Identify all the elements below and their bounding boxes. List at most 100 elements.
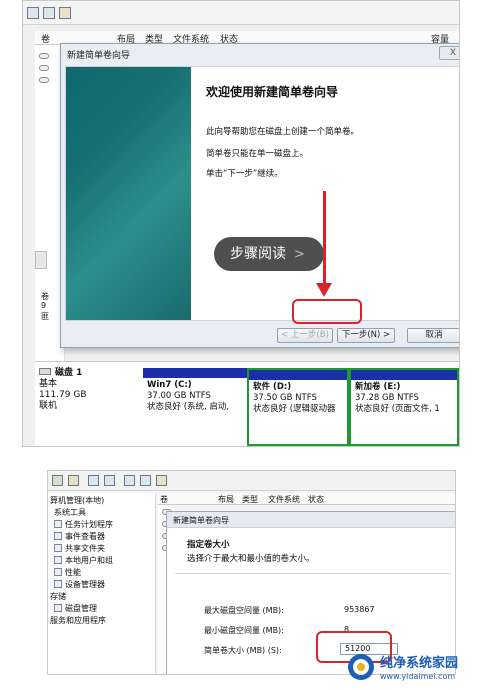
- side-char: 9: [41, 301, 47, 310]
- col-status[interactable]: 状态: [308, 494, 324, 505]
- col-volume[interactable]: 卷: [160, 494, 168, 505]
- wizard-header: 指定卷大小 选择介于最大和最小值的卷大小。: [175, 532, 451, 574]
- site-watermark: 纯净系统家园 www.yidaimei.com: [346, 650, 500, 690]
- scroll-left-button[interactable]: [35, 251, 47, 269]
- next-button[interactable]: 下一步(N) >: [337, 328, 395, 343]
- users-icon: [54, 556, 62, 564]
- volume-column-header: 卷 布局 类型 文件系统 状态: [158, 493, 455, 505]
- tree-label: 磁盘管理: [65, 604, 97, 613]
- disk-name: 磁盘 1: [55, 368, 83, 378]
- partition-bar: [351, 370, 457, 380]
- tree-label: 共享文件夹: [65, 544, 105, 553]
- overlay-label: 步骤阅读: [230, 246, 286, 262]
- wizard-heading: 欢迎使用新建简单卷向导: [206, 85, 339, 99]
- tree-item-services[interactable]: 服务和应用程序: [50, 615, 106, 626]
- col-type[interactable]: 类型: [242, 494, 258, 505]
- partition-size: 37.28 GB NTFS: [355, 393, 419, 403]
- tree-item-task-scheduler[interactable]: 任务计划程序: [54, 519, 113, 530]
- partition-c[interactable]: Win7 (C:) 37.00 GB NTFS 状态良好 (系统, 启动,: [143, 368, 249, 446]
- refresh-icon[interactable]: [124, 475, 135, 486]
- red-arrow-annotation: [323, 191, 326, 286]
- wizard-heading: 指定卷大小: [187, 540, 230, 550]
- tree-item-event-viewer[interactable]: 事件查看器: [54, 531, 105, 542]
- settings-icon[interactable]: [156, 475, 167, 486]
- tree-label: 本地用户和组: [65, 556, 113, 565]
- show-hide-tree-icon[interactable]: [88, 475, 99, 486]
- disk-status: 联机: [39, 401, 58, 411]
- tree-item-local-users[interactable]: 本地用户和组: [54, 555, 113, 566]
- tree-item-system-tools[interactable]: 系统工具: [54, 507, 86, 518]
- partition-bar: [249, 370, 347, 380]
- disk-label[interactable]: 磁盘 1 基本 111.79 GB 联机: [39, 368, 145, 412]
- disk-pane: 磁盘 1 基本 111.79 GB 联机 Win7 (C:) 37.00 GB N…: [35, 361, 459, 446]
- wizard-banner-image: [66, 67, 191, 320]
- partition-d[interactable]: 软件 (D:) 37.50 GB NTFS 状态良好 (逻辑驱动器: [247, 368, 349, 446]
- disk-icon: [54, 604, 62, 612]
- properties-icon[interactable]: [43, 7, 55, 19]
- disk-type: 基本: [39, 379, 58, 389]
- wizard-text-line: 简单卷只能在单一磁盘上。: [206, 149, 309, 159]
- partition-bar: [143, 368, 249, 378]
- tree-item-root[interactable]: 算机管理(本地): [50, 495, 104, 506]
- disk-icon: [39, 368, 51, 375]
- disk-size: 111.79 GB: [39, 390, 87, 400]
- partition-size: 37.00 GB NTFS: [147, 391, 211, 401]
- col-volume[interactable]: 卷: [41, 32, 50, 45]
- disk-management-window: 卷 布局 类型 文件系统 状态 容量 卷 9 匪 新建简单卷向导 X 欢迎使用新…: [22, 0, 460, 447]
- partition-e[interactable]: 新加卷 (E:) 37.28 GB NTFS 状态良好 (页面文件, 1: [349, 368, 459, 446]
- help-icon[interactable]: [59, 7, 71, 19]
- watermark-title: 纯净系统家园: [380, 656, 459, 671]
- step-reading-overlay[interactable]: 步骤阅读 >: [214, 237, 324, 271]
- tree-item-device-manager[interactable]: 设备管理器: [54, 579, 105, 590]
- dialog-title: 新建简单卷向导: [167, 512, 455, 528]
- tree-item-shared-folders[interactable]: 共享文件夹: [54, 543, 105, 554]
- tree-label: 任务计划程序: [65, 520, 113, 529]
- volume-icon: [39, 65, 49, 71]
- max-space-value: 953867: [344, 605, 375, 614]
- wizard-text-line: 单击“下一步”继续。: [206, 169, 283, 179]
- toolbar: [23, 1, 459, 25]
- close-button[interactable]: X: [439, 46, 459, 60]
- red-arrow-head: [316, 283, 332, 297]
- tree-label: 设备管理器: [65, 580, 105, 589]
- volume-icon: [39, 53, 49, 59]
- volume-icon: [39, 77, 49, 83]
- tree-label: 事件查看器: [65, 532, 105, 541]
- watermark-logo-icon: [348, 654, 374, 680]
- refresh-icon[interactable]: [27, 7, 39, 19]
- up-icon[interactable]: [68, 475, 79, 486]
- cancel-button[interactable]: 取消: [407, 328, 459, 343]
- tree-item-disk-management[interactable]: 磁盘管理: [54, 603, 97, 614]
- col-layout[interactable]: 布局: [218, 494, 234, 505]
- tree-item-performance[interactable]: 性能: [54, 567, 81, 578]
- wizard-footer: < 上一步(B) 下一步(N) > 取消: [61, 322, 459, 348]
- partition-status: 状态良好 (系统, 启动,: [147, 402, 230, 412]
- properties-icon[interactable]: [140, 475, 151, 486]
- min-space-label: 最小磁盘空间量 (MB):: [204, 626, 284, 635]
- device-icon: [54, 580, 62, 588]
- performance-icon: [54, 568, 62, 576]
- help-icon[interactable]: [104, 475, 115, 486]
- tree-label: 性能: [65, 568, 81, 577]
- partition-status: 状态良好 (页面文件, 1: [355, 404, 440, 414]
- computer-management-window: 算机管理(本地) 系统工具 任务计划程序 事件查看器 共享文件夹 本地用户和组 …: [47, 470, 456, 675]
- wizard-subheading: 选择介于最大和最小值的卷大小。: [187, 554, 315, 564]
- dialog-title: 新建简单卷向导: [67, 51, 131, 61]
- partition-name: Win7 (C:): [147, 380, 192, 390]
- partition-status: 状态良好 (逻辑驱动器: [253, 404, 336, 414]
- event-icon: [54, 532, 62, 540]
- partition-size: 37.50 GB NTFS: [253, 393, 317, 403]
- col-filesystem[interactable]: 文件系统: [268, 494, 300, 505]
- max-space-label: 最大磁盘空间量 (MB):: [204, 606, 284, 615]
- watermark-url: www.yidaimei.com: [380, 672, 456, 681]
- clock-icon: [54, 520, 62, 528]
- wizard-text-line: 此向导帮助您在磁盘上创建一个简单卷。: [206, 127, 360, 137]
- tree-item-storage[interactable]: 存储: [50, 591, 66, 602]
- chevron-right-icon: >: [294, 247, 305, 262]
- toolbar: [48, 471, 455, 491]
- new-simple-volume-wizard: 新建简单卷向导 X 欢迎使用新建简单卷向导 此向导帮助您在磁盘上创建一个简单卷。…: [60, 43, 459, 348]
- wizard-body: 欢迎使用新建简单卷向导 此向导帮助您在磁盘上创建一个简单卷。 简单卷只能在单一磁…: [65, 66, 459, 321]
- back-icon[interactable]: [52, 475, 63, 486]
- back-button[interactable]: < 上一步(B): [277, 328, 333, 343]
- navigation-tree: 算机管理(本地) 系统工具 任务计划程序 事件查看器 共享文件夹 本地用户和组 …: [48, 493, 156, 674]
